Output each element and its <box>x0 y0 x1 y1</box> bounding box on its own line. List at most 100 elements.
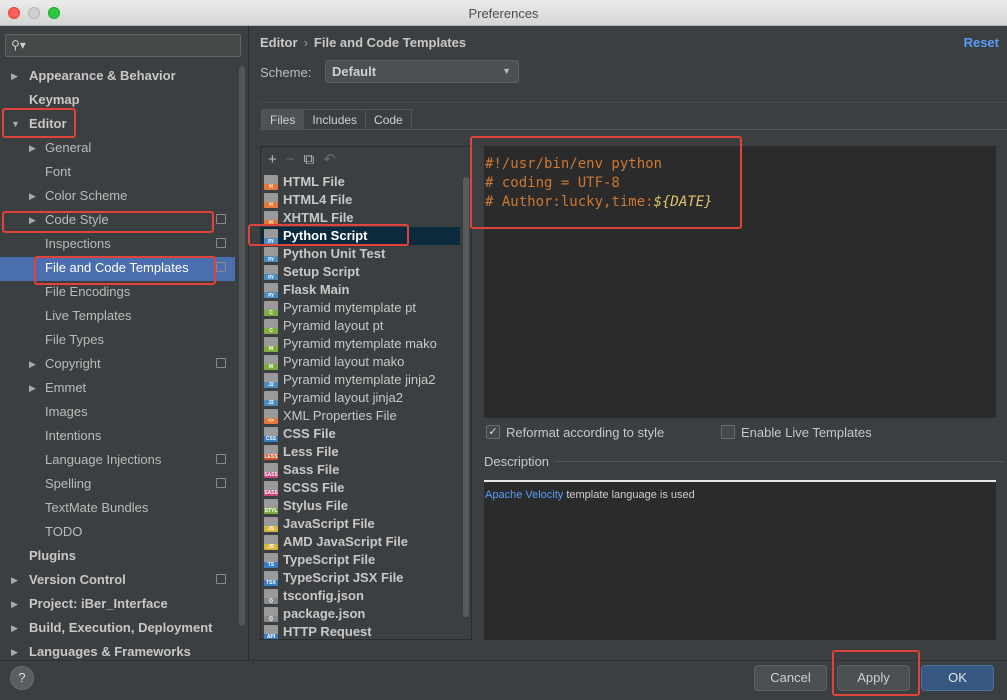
help-button[interactable]: ? <box>10 666 34 690</box>
sidebar-item[interactable]: ▶ Color Scheme <box>0 184 235 208</box>
chevron-right-icon[interactable]: ▶ <box>29 184 36 208</box>
sidebar-item[interactable]: Inspections <box>0 232 235 256</box>
live-templates-label: Enable Live Templates <box>741 424 872 440</box>
reformat-checkbox[interactable]: ✓ Reformat according to style <box>486 423 664 441</box>
sidebar-item-label: Keymap <box>29 92 80 107</box>
template-row[interactable]: py Python Unit Test <box>261 245 460 263</box>
sidebar-item[interactable]: File and Code Templates <box>0 256 235 280</box>
template-row[interactable]: {} package.json <box>261 605 460 623</box>
template-row[interactable]: STYL Stylus File <box>261 497 460 515</box>
file-type-icon: M <box>264 337 278 352</box>
template-row[interactable]: {} tsconfig.json <box>261 587 460 605</box>
ok-button[interactable]: OK <box>921 665 994 691</box>
template-row[interactable]: TSX TypeScript JSX File <box>261 569 460 587</box>
sidebar-item-label: TextMate Bundles <box>45 500 149 515</box>
tab-code[interactable]: Code <box>365 109 412 129</box>
template-row[interactable]: J2 Pyramid mytemplate jinja2 <box>261 371 460 389</box>
sidebar-item[interactable]: ▶ Code Style <box>0 208 235 232</box>
template-row[interactable]: TS TypeScript File <box>261 551 460 569</box>
chevron-right-icon[interactable]: ▶ <box>11 640 18 660</box>
chevron-right-icon[interactable]: ▶ <box>11 592 18 616</box>
chevron-down-icon[interactable]: ▼ <box>11 112 20 136</box>
template-row[interactable]: C Pyramid layout pt <box>261 317 460 335</box>
sidebar-item[interactable]: Font <box>0 160 235 184</box>
chevron-right-icon[interactable]: ▶ <box>29 376 36 400</box>
template-row[interactable]: J2 Pyramid layout jinja2 <box>261 389 460 407</box>
template-name: tsconfig.json <box>283 588 364 603</box>
sidebar-item[interactable]: TextMate Bundles <box>0 496 235 520</box>
reset-icon[interactable]: ↶ <box>323 150 336 168</box>
live-templates-checkbox[interactable]: Enable Live Templates <box>721 423 872 441</box>
sidebar-item-label: General <box>45 140 92 155</box>
velocity-link[interactable]: Apache Velocity <box>485 489 563 501</box>
sidebar-scrollbar[interactable] <box>239 66 245 626</box>
cancel-button[interactable]: Cancel <box>754 665 827 691</box>
file-type-badge: STYL <box>264 508 278 514</box>
sidebar-item[interactable]: ▶ Build, Execution, Deployment <box>0 616 235 640</box>
chevron-right-icon[interactable]: ▶ <box>29 352 36 376</box>
sidebar-item[interactable]: Plugins <box>0 544 235 568</box>
template-name: HTML File <box>283 174 345 189</box>
template-name: XML Properties File <box>283 408 397 423</box>
chevron-right-icon[interactable]: ▶ <box>29 136 36 160</box>
sidebar-item-label: File and Code Templates <box>45 260 189 275</box>
template-row[interactable]: H HTML4 File <box>261 191 460 209</box>
tab-includes[interactable]: Includes <box>303 109 367 129</box>
chevron-right-icon[interactable]: ▶ <box>11 616 18 640</box>
chevron-right-icon[interactable]: ▶ <box>11 64 18 88</box>
template-editor[interactable]: #!/usr/bin/env python # coding = UTF-8 #… <box>484 146 996 418</box>
project-scope-icon <box>216 454 226 464</box>
add-icon[interactable]: + <box>268 151 277 168</box>
sidebar-item[interactable]: Intentions <box>0 424 235 448</box>
sidebar-item[interactable]: TODO <box>0 520 235 544</box>
sidebar-item[interactable]: ▶ Project: iBer_Interface <box>0 592 235 616</box>
template-list: + − ⧉ ↶ H HTML File H HTML4 File H XHTML File… <box>260 146 472 640</box>
template-row[interactable]: py Setup Script <box>261 263 460 281</box>
copy-icon[interactable]: ⧉ <box>304 151 315 168</box>
chevron-right-icon[interactable]: ▶ <box>11 568 18 592</box>
sidebar-item[interactable]: Language Injections <box>0 448 235 472</box>
sidebar-item[interactable]: ▶ Languages & Frameworks <box>0 640 235 660</box>
template-row[interactable]: CSS CSS File <box>261 425 460 443</box>
sidebar-item[interactable]: ▶ Appearance & Behavior <box>0 64 235 88</box>
sidebar-item[interactable]: Keymap <box>0 88 235 112</box>
search-input[interactable]: ⚲▾ <box>5 34 241 57</box>
template-row[interactable]: JS JavaScript File <box>261 515 460 533</box>
sidebar-item[interactable]: ▶ Copyright <box>0 352 235 376</box>
apply-button[interactable]: Apply <box>837 665 910 691</box>
sidebar-item-label: Build, Execution, Deployment <box>29 620 213 635</box>
sidebar-item[interactable]: ▶ Emmet <box>0 376 235 400</box>
sidebar-item[interactable]: ▶ General <box>0 136 235 160</box>
template-row[interactable]: JS AMD JavaScript File <box>261 533 460 551</box>
tab-files[interactable]: Files <box>261 109 305 129</box>
code-text[interactable]: #!/usr/bin/env python # coding = UTF-8 #… <box>485 155 713 212</box>
template-row[interactable]: py Python Script <box>261 227 460 245</box>
template-name: Pyramid mytemplate jinja2 <box>283 372 436 387</box>
template-row[interactable]: SASS SCSS File <box>261 479 460 497</box>
sidebar-item-label: Inspections <box>45 236 111 251</box>
remove-icon[interactable]: − <box>286 151 295 168</box>
template-row[interactable]: M Pyramid layout mako <box>261 353 460 371</box>
sidebar-item[interactable]: File Encodings <box>0 280 235 304</box>
template-row[interactable]: H XHTML File <box>261 209 460 227</box>
template-row[interactable]: LESS Less File <box>261 443 460 461</box>
chevron-right-icon[interactable]: ▶ <box>29 208 36 232</box>
template-row[interactable]: M Pyramid mytemplate mako <box>261 335 460 353</box>
list-scrollbar[interactable] <box>463 177 469 617</box>
template-row[interactable]: API HTTP Request <box>261 623 460 639</box>
sidebar-item[interactable]: Spelling <box>0 472 235 496</box>
sidebar-item[interactable]: File Types <box>0 328 235 352</box>
template-row[interactable]: SASS Sass File <box>261 461 460 479</box>
sidebar-item[interactable]: ▶ Version Control <box>0 568 235 592</box>
template-row[interactable]: C Pyramid mytemplate pt <box>261 299 460 317</box>
breadcrumb-root[interactable]: Editor <box>260 35 298 50</box>
template-row[interactable]: <> XML Properties File <box>261 407 460 425</box>
sidebar-item[interactable]: Images <box>0 400 235 424</box>
file-type-icon: JS <box>264 535 278 550</box>
reset-link[interactable]: Reset <box>964 35 999 50</box>
template-row[interactable]: H HTML File <box>261 173 460 191</box>
template-row[interactable]: py Flask Main <box>261 281 460 299</box>
sidebar-item[interactable]: ▼ Editor <box>0 112 235 136</box>
scheme-select[interactable]: Default ▼ <box>325 60 519 83</box>
sidebar-item[interactable]: Live Templates <box>0 304 235 328</box>
